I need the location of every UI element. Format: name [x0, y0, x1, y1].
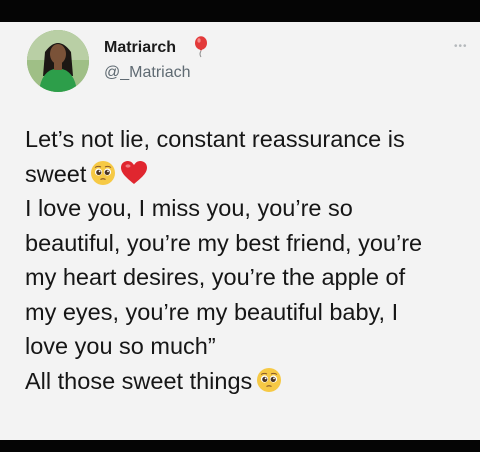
- tweet-line: I love you, I miss you, you’re so: [25, 191, 475, 226]
- tweet-text-segment: I love you, I miss you, you’re so: [25, 195, 353, 221]
- tweet-line: my eyes, you’re my beautiful baby, I: [25, 295, 475, 330]
- tweet-text-segment: my heart desires, you’re the apple of: [25, 264, 406, 290]
- display-name[interactable]: Matriarch: [104, 39, 176, 57]
- pleading-face-emoji-icon: [90, 160, 116, 196]
- more-horizontal-icon[interactable]: •••: [454, 41, 468, 52]
- tweet-line: beautiful, you’re my best friend, you’re: [25, 226, 475, 261]
- top-dark-bar: [0, 0, 480, 22]
- tweet-text-segment: sweet: [25, 160, 87, 187]
- bottom-dark-bar: [0, 440, 480, 452]
- avatar[interactable]: [27, 30, 89, 92]
- tweet-card: Matriarch @_Matriach ••• Let’s not lie, …: [0, 22, 480, 440]
- tweet-line: All those sweet things: [25, 364, 475, 399]
- tweet-line: sweet: [25, 157, 475, 192]
- tweet-line: love you so much”: [25, 329, 475, 364]
- tweet-text-segment: beautiful, you’re my best friend, you’re: [25, 229, 423, 256]
- balloon-icon: [194, 36, 208, 63]
- tweet-text-segment: my eyes, you’re my beautiful baby, I: [25, 298, 399, 325]
- red-heart-icon: [120, 160, 148, 196]
- tweet-text-segment: Let’s not lie, constant reassurance is: [25, 126, 405, 152]
- user-handle[interactable]: @_Matriach: [104, 64, 191, 82]
- pleading-face-emoji-icon: [256, 367, 282, 403]
- tweet-text-segment: love you so much”: [25, 333, 216, 359]
- tweet-line: my heart desires, you’re the apple of: [25, 260, 475, 295]
- tweet-line: Let’s not lie, constant reassurance is: [25, 122, 475, 157]
- tweet-text-segment: All those sweet things: [25, 367, 253, 394]
- tweet-text: Let’s not lie, constant reassurance is s…: [25, 122, 475, 398]
